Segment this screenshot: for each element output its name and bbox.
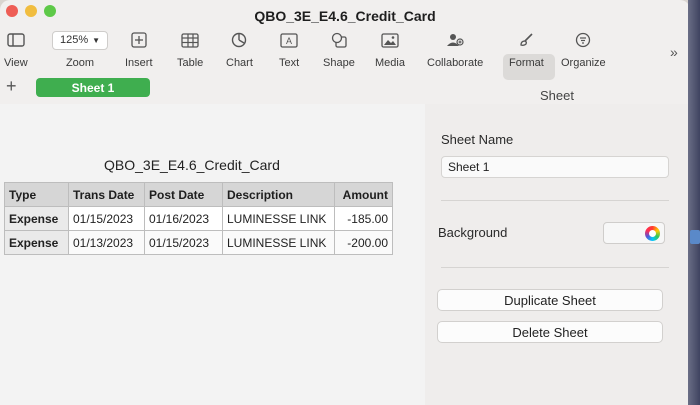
cell-description[interactable]: LUMINESSE LINK [222, 206, 335, 231]
duplicate-sheet-button[interactable]: Duplicate Sheet [437, 289, 663, 311]
zoom-label: Zoom [65, 57, 95, 69]
cell-type[interactable]: Expense [4, 206, 69, 231]
text-label: Text [279, 57, 300, 69]
cell-amount[interactable]: -185.00 [334, 206, 393, 231]
color-wheel-icon[interactable] [645, 226, 660, 241]
background-window-edge [688, 0, 700, 405]
format-sidebar: Sheet Name Sheet 1 Background Duplicate … [425, 104, 690, 405]
view-button[interactable]: View [4, 30, 28, 69]
table-row: Expense 01/13/2023 01/15/2023 LUMINESSE … [4, 230, 393, 255]
table-row: Expense 01/15/2023 01/16/2023 LUMINESSE … [4, 206, 393, 231]
background-color-well[interactable] [603, 222, 665, 244]
zoom-value: 125% [59, 34, 89, 46]
sheet-canvas[interactable]: QBO_3E_E4.6_Credit_Card Type Trans Date … [0, 104, 425, 405]
window-title: QBO_3E_E4.6_Credit_Card [254, 8, 436, 24]
cell-trans-date[interactable]: 01/15/2023 [68, 206, 145, 231]
divider [441, 267, 669, 268]
header-description[interactable]: Description [222, 182, 335, 207]
shape-label: Shape [323, 57, 355, 69]
cell-amount[interactable]: -200.00 [334, 230, 393, 255]
delete-sheet-button[interactable]: Delete Sheet [437, 321, 663, 343]
table-label: Table [177, 57, 204, 69]
organize-label: Organize [561, 57, 606, 69]
header-trans-date[interactable]: Trans Date [68, 182, 145, 207]
header-type[interactable]: Type [4, 182, 69, 207]
sidebar-toggle-icon [7, 30, 25, 50]
sheet-tab-bar: + Sheet 1 [0, 76, 690, 100]
table-button[interactable]: Table [177, 30, 203, 69]
format-label: Format [509, 57, 544, 69]
table-header-row: Type Trans Date Post Date Description Am… [4, 182, 393, 207]
insert-button[interactable]: Insert [125, 30, 153, 69]
format-button[interactable]: Format [509, 30, 544, 69]
sheet-name-label: Sheet Name [441, 132, 514, 147]
cell-post-date[interactable]: 01/16/2023 [144, 206, 223, 231]
text-box-icon: A [280, 30, 298, 50]
sidebar-tab-sheet[interactable]: Sheet [540, 88, 574, 103]
zoom-control[interactable]: 125% ▼ Zoom [52, 30, 108, 69]
media-label: Media [375, 57, 405, 69]
table-icon [181, 30, 199, 50]
image-icon [381, 30, 399, 50]
numbers-window: QBO_3E_E4.6_Credit_Card View 125% ▼ Zoom… [0, 0, 690, 405]
paintbrush-icon [518, 30, 534, 50]
divider [441, 200, 669, 201]
background-label: Background [438, 225, 508, 240]
collaborate-button[interactable]: Collaborate [427, 30, 483, 69]
header-post-date[interactable]: Post Date [144, 182, 223, 207]
organize-icon [575, 30, 591, 50]
table-title[interactable]: QBO_3E_E4.6_Credit_Card [104, 157, 280, 173]
toolbar: View 125% ▼ Zoom Insert Table Chart A Te… [0, 24, 690, 80]
background-window-tab [690, 230, 700, 244]
add-sheet-button[interactable]: + [6, 77, 17, 95]
header-amount[interactable]: Amount [334, 182, 393, 207]
tab-sheet-1[interactable]: Sheet 1 [36, 78, 150, 97]
title-bar: QBO_3E_E4.6_Credit_Card [0, 0, 690, 24]
zoom-select[interactable]: 125% ▼ [52, 30, 108, 50]
chevron-down-icon: ▼ [92, 35, 101, 45]
media-button[interactable]: Media [375, 30, 405, 69]
shape-icon [331, 30, 347, 50]
insert-label: Insert [125, 57, 153, 69]
shape-button[interactable]: Shape [323, 30, 355, 69]
chart-button[interactable]: Chart [226, 30, 253, 69]
organize-button[interactable]: Organize [561, 30, 606, 69]
view-label: View [4, 57, 28, 69]
chart-label: Chart [226, 57, 253, 69]
cell-trans-date[interactable]: 01/13/2023 [68, 230, 145, 255]
collaborate-icon [446, 30, 464, 50]
toolbar-overflow-button[interactable]: » [670, 44, 678, 60]
data-table[interactable]: Type Trans Date Post Date Description Am… [4, 182, 393, 255]
svg-text:A: A [286, 36, 292, 46]
chart-icon [231, 30, 247, 50]
collaborate-label: Collaborate [427, 57, 484, 69]
sheet-name-field[interactable]: Sheet 1 [441, 156, 669, 178]
text-button[interactable]: A Text [279, 30, 299, 69]
insert-icon [131, 30, 147, 50]
cell-post-date[interactable]: 01/15/2023 [144, 230, 223, 255]
cell-description[interactable]: LUMINESSE LINK [222, 230, 335, 255]
cell-type[interactable]: Expense [4, 230, 69, 255]
